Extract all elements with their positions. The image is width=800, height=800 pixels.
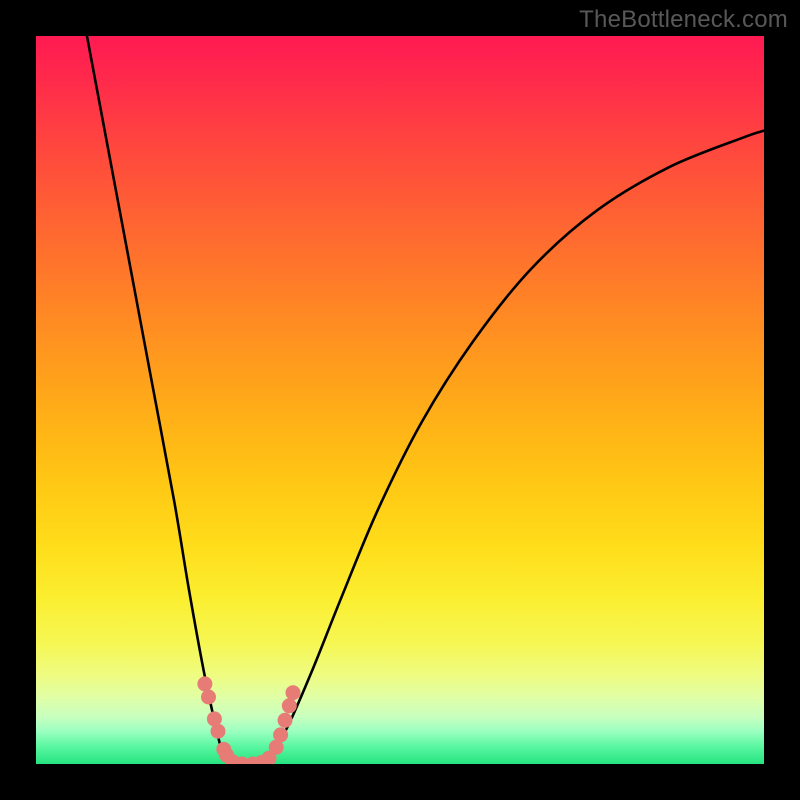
bottleneck-curve	[87, 36, 764, 764]
highlight-dot	[282, 698, 297, 713]
watermark-text: TheBottleneck.com	[579, 6, 788, 34]
highlight-dot	[286, 685, 301, 700]
highlight-dot	[278, 713, 293, 728]
chart-frame: TheBottleneck.com	[0, 0, 800, 800]
highlight-dot	[273, 727, 288, 742]
highlight-dots	[197, 676, 300, 764]
highlight-dot	[197, 676, 212, 691]
highlight-dot	[201, 690, 216, 705]
plot-area	[36, 36, 764, 764]
curve-layer	[36, 36, 764, 764]
highlight-dot	[211, 724, 226, 739]
